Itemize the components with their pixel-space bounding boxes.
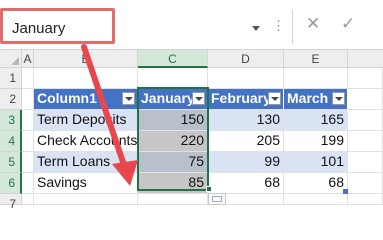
table-value-cell[interactable]: 101: [284, 152, 348, 173]
select-all-corner[interactable]: [0, 50, 22, 68]
empty-cell[interactable]: [22, 110, 34, 131]
formula-bar-splitter[interactable]: ⋮: [272, 18, 286, 34]
table-value-cell[interactable]: 130: [208, 110, 284, 131]
empty-cell[interactable]: [348, 173, 383, 194]
empty-cell[interactable]: [22, 68, 34, 89]
row-header-6[interactable]: 6: [0, 173, 22, 194]
table-header-cell[interactable]: February: [208, 89, 284, 110]
table-value-cell[interactable]: 220: [138, 131, 208, 152]
table-value-cell[interactable]: 150: [138, 110, 208, 131]
filter-dropdown-icon[interactable]: [122, 92, 135, 105]
table-value-cell[interactable]: 75: [138, 152, 208, 173]
table-header-label: Column1: [37, 90, 97, 106]
select-all-triangle-icon: [11, 57, 19, 65]
column-header-b[interactable]: B: [34, 50, 138, 68]
table-row-label[interactable]: Term Loans: [34, 152, 138, 173]
row-header-1[interactable]: 1: [0, 68, 22, 89]
table-row-label[interactable]: Term Deposits: [34, 110, 138, 131]
column-header-d[interactable]: D: [208, 50, 284, 68]
empty-cell[interactable]: [348, 152, 383, 173]
column-header-empty: [348, 50, 383, 68]
table-value-cell[interactable]: 85: [138, 173, 208, 194]
table-value-cell[interactable]: 165: [284, 110, 348, 131]
empty-cell[interactable]: [22, 131, 34, 152]
table-value-cell[interactable]: 205: [208, 131, 284, 152]
empty-cell[interactable]: [22, 89, 34, 110]
empty-cell[interactable]: [34, 194, 138, 205]
column-header-a[interactable]: A: [22, 50, 34, 68]
table-resize-handle[interactable]: [343, 189, 348, 194]
excel-window: January ⋮ ✕ ✓ A B C D E 1 2 3 4 5 6 7 Co…: [0, 0, 383, 211]
row-header-5[interactable]: 5: [0, 152, 22, 173]
formula-bar-divider: [292, 10, 293, 44]
empty-cell[interactable]: [208, 68, 284, 89]
filter-dropdown-icon[interactable]: [268, 92, 281, 105]
table-value-cell[interactable]: 199: [284, 131, 348, 152]
empty-cell[interactable]: [348, 110, 383, 131]
table-row-label[interactable]: Savings: [34, 173, 138, 194]
quick-analysis-icon[interactable]: [208, 193, 226, 205]
filter-dropdown-icon[interactable]: [332, 92, 345, 105]
empty-cell[interactable]: [22, 173, 34, 194]
column-header-e[interactable]: E: [284, 50, 348, 68]
row-header-4[interactable]: 4: [0, 131, 22, 152]
empty-cell[interactable]: [22, 194, 34, 205]
fill-handle[interactable]: [206, 186, 212, 192]
table-row-label[interactable]: Check Accounts: [34, 131, 138, 152]
table-header-cell[interactable]: March: [284, 89, 348, 110]
table-value-cell[interactable]: 68: [208, 173, 284, 194]
row-header-3[interactable]: 3: [0, 110, 22, 131]
table-header-label: January: [141, 90, 195, 106]
empty-cell[interactable]: [138, 194, 208, 205]
chevron-down-icon[interactable]: [252, 26, 260, 31]
row-header-7[interactable]: 7: [0, 194, 22, 211]
filter-dropdown-icon[interactable]: [192, 92, 205, 105]
name-box-highlight: [0, 8, 115, 44]
empty-cell[interactable]: [22, 152, 34, 173]
table-header-label: March: [287, 90, 329, 106]
table-header-cell[interactable]: Column1: [34, 89, 138, 110]
enter-icon[interactable]: ✓: [341, 14, 355, 34]
empty-cell[interactable]: [348, 131, 383, 152]
table-value-cell[interactable]: 68: [284, 173, 348, 194]
empty-cell[interactable]: [348, 68, 383, 89]
row-header-2[interactable]: 2: [0, 89, 22, 110]
empty-cell[interactable]: [284, 194, 348, 205]
empty-cell[interactable]: [138, 68, 208, 89]
empty-cell[interactable]: [34, 68, 138, 89]
empty-cell[interactable]: [348, 89, 383, 110]
column-header-c[interactable]: C: [138, 50, 208, 68]
table-header-label: February: [211, 90, 271, 106]
table-value-cell[interactable]: 99: [208, 152, 284, 173]
cancel-icon[interactable]: ✕: [306, 14, 320, 34]
empty-cell[interactable]: [348, 194, 383, 205]
empty-cell[interactable]: [284, 68, 348, 89]
table-header-cell[interactable]: January: [138, 89, 208, 110]
